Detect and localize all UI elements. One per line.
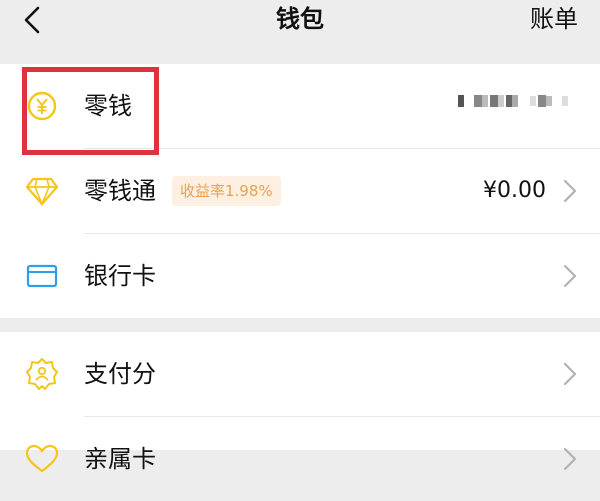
family-card-label: 亲属卡 — [84, 445, 156, 473]
pay-score-badge-icon — [24, 356, 60, 392]
chevron-right-icon — [563, 362, 577, 386]
chevron-right-icon — [563, 447, 577, 471]
change-plus-label: 零钱通 — [84, 177, 156, 205]
bank-card-label: 银行卡 — [84, 262, 156, 290]
yield-badge: 收益率1.98% — [172, 176, 281, 206]
change-plus-row[interactable]: 零钱通 收益率1.98% ¥0.00 — [0, 149, 600, 233]
pay-score-row[interactable]: 支付分 — [0, 332, 600, 416]
bank-card-row[interactable]: 银行卡 — [0, 234, 600, 318]
pay-score-label: 支付分 — [84, 360, 156, 388]
navigation-bar: 钱包 账单 — [0, 0, 600, 64]
highlight-annotation — [22, 67, 159, 155]
page-title: 钱包 — [276, 5, 324, 33]
obscured-balance — [458, 95, 568, 107]
heart-icon — [24, 441, 60, 477]
bill-link[interactable]: 账单 — [530, 2, 578, 36]
services-group: 支付分 亲属卡 — [0, 332, 600, 473]
family-card-row[interactable]: 亲属卡 — [0, 417, 600, 501]
chevron-right-icon — [563, 179, 577, 203]
bank-card-icon — [24, 258, 60, 294]
change-plus-balance: ¥0.00 — [483, 178, 546, 203]
diamond-icon — [24, 173, 60, 209]
chevron-right-icon — [563, 264, 577, 288]
